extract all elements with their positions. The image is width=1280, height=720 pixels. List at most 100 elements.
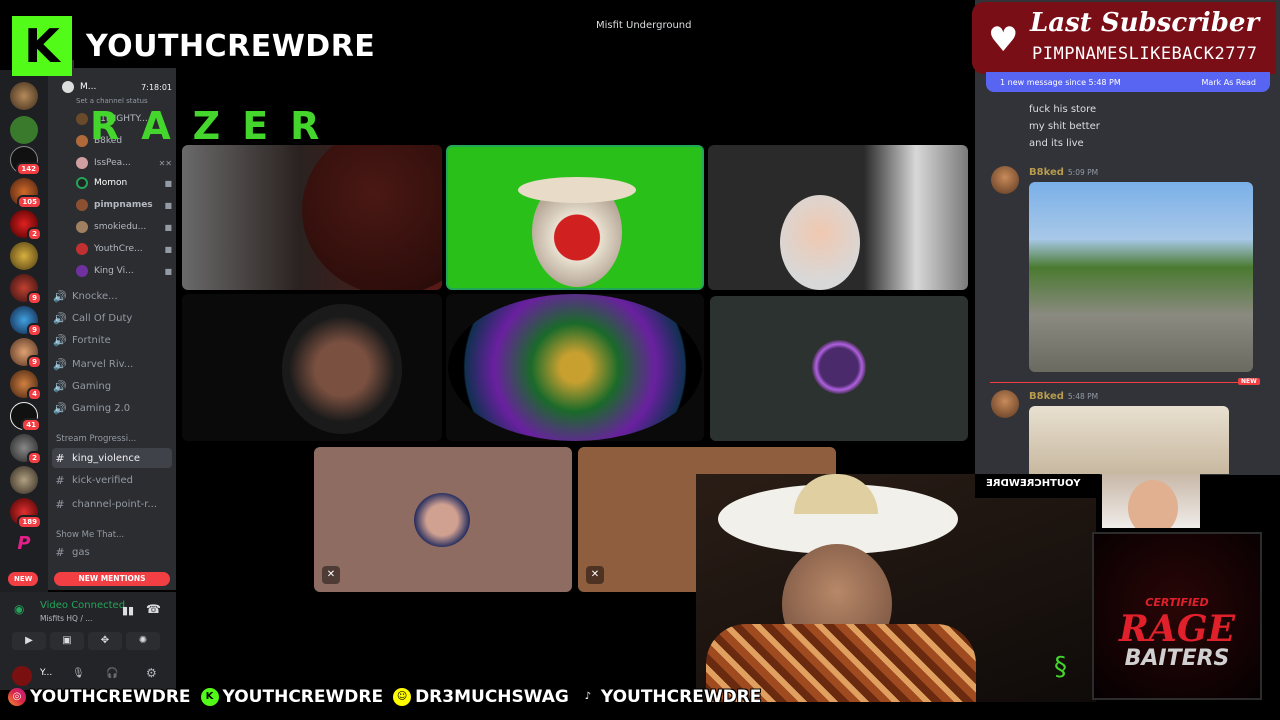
- voice-panel: ◉ Video Connected Misfits HQ / ... ▮▮ ☎ …: [0, 592, 176, 690]
- chat-image[interactable]: [1029, 182, 1253, 372]
- server-icon[interactable]: [10, 116, 38, 144]
- voice-user-name: King Vi...: [94, 266, 134, 276]
- new-message-bar[interactable]: 1 new message since 5:48 PM Mark As Read: [986, 72, 1270, 92]
- category-header[interactable]: Show Me That...: [56, 530, 124, 540]
- avatar: [76, 265, 88, 277]
- server-icon[interactable]: 9: [10, 306, 42, 337]
- heart-icon: ♥: [988, 20, 1019, 60]
- server-badge: 4: [27, 387, 42, 401]
- deafened-icon: ✕✕: [158, 158, 172, 168]
- overlay-image: [696, 474, 1096, 702]
- voice-channel[interactable]: 🔊 Gaming 2.0: [52, 398, 172, 418]
- message-author[interactable]: B8ked 5:09 PM: [1029, 167, 1098, 178]
- soundboard-button[interactable]: ✺: [126, 632, 160, 650]
- server-icon[interactable]: P: [10, 530, 38, 558]
- avatar[interactable]: [12, 666, 32, 686]
- disconnect-icon[interactable]: ☎: [146, 602, 161, 616]
- video-tile[interactable]: [182, 145, 442, 290]
- channel-name: Knocke...: [72, 290, 118, 302]
- text-channel[interactable]: # kick-verified: [52, 470, 172, 490]
- video-tile[interactable]: [446, 294, 704, 441]
- voice-channel[interactable]: 🔊 Gaming: [52, 376, 172, 396]
- noise-icon[interactable]: ▮▮: [122, 604, 134, 617]
- avatar: [76, 157, 88, 169]
- muted-icon: ✕: [586, 566, 604, 584]
- server-icon[interactable]: 2: [10, 210, 42, 241]
- voice-user[interactable]: King Vi... ■: [76, 262, 172, 280]
- video-tile[interactable]: [710, 296, 968, 441]
- server-icon[interactable]: 142: [10, 146, 41, 176]
- server-icon[interactable]: 189: [10, 498, 42, 529]
- voice-channel[interactable]: 🔊 Call Of Duty: [52, 308, 172, 328]
- server-badge: 2: [27, 227, 42, 241]
- avatar: [76, 177, 88, 189]
- text-channel[interactable]: # gas: [52, 542, 172, 562]
- voice-user[interactable]: YouthCre... ■: [76, 240, 172, 258]
- settings-icon[interactable]: ⚙: [146, 666, 157, 680]
- hash-icon: #: [55, 451, 65, 465]
- message-author[interactable]: B8ked 5:48 PM: [1029, 391, 1098, 402]
- camera-button[interactable]: ▶: [12, 632, 46, 650]
- rage-line-2: RAGE: [1118, 608, 1236, 650]
- channel-name: channel-point-r...: [72, 498, 158, 510]
- server-icon[interactable]: 2: [10, 434, 42, 465]
- voice-channel[interactable]: 🔊 Knocke...: [52, 286, 172, 306]
- voice-user-name: IssPea...: [94, 158, 131, 168]
- voice-channel-title: Misfit Underground: [596, 20, 692, 31]
- chat-message: and its live: [1029, 138, 1084, 149]
- social-handle: YOUTHCREWDRE: [30, 687, 191, 707]
- cowboy-hat: [518, 177, 636, 203]
- text-channel-active[interactable]: # king_violence: [52, 448, 172, 468]
- avatar: [76, 199, 88, 211]
- server-icon[interactable]: 9: [10, 274, 42, 305]
- author-name[interactable]: B8ked: [1029, 167, 1064, 178]
- server-icon[interactable]: 105: [10, 178, 42, 209]
- voice-status: Video Connected: [40, 600, 126, 611]
- video-tile-speaking[interactable]: [446, 145, 704, 290]
- server-badge: 2: [27, 451, 42, 465]
- voice-user[interactable]: pimpnames ■: [76, 196, 172, 214]
- chat-message: fuck his store: [1029, 104, 1097, 115]
- server-icon[interactable]: [10, 82, 38, 110]
- instagram-icon: ◎: [8, 688, 26, 706]
- voice-channel[interactable]: 🔊 Fortnite: [52, 330, 172, 350]
- mark-read-button[interactable]: Mark As Read: [1201, 78, 1256, 87]
- category-header[interactable]: Stream Progressi...: [56, 434, 136, 444]
- voice-location[interactable]: Misfits HQ / ...: [40, 614, 92, 623]
- voice-user[interactable]: Momon ■: [76, 174, 172, 192]
- voice-channel[interactable]: 🔊 Marvel Riv...: [52, 354, 172, 374]
- avatar[interactable]: [991, 166, 1019, 194]
- server-icon[interactable]: [10, 466, 38, 494]
- speaker-icon: 🔊: [53, 311, 67, 325]
- server-icon[interactable]: [10, 242, 38, 270]
- current-user[interactable]: Y...: [40, 668, 52, 678]
- channel-name: Fortnite: [72, 334, 111, 346]
- camera-icon: ■: [164, 178, 172, 188]
- video-tile[interactable]: [182, 294, 442, 441]
- server-badge: 142: [16, 162, 41, 176]
- tiktok-icon: ♪: [578, 688, 597, 706]
- headphones-icon[interactable]: 🎧: [106, 668, 118, 679]
- chat-image[interactable]: [1029, 406, 1229, 474]
- participant-avatar: [414, 493, 470, 547]
- new-mentions-button[interactable]: NEW MENTIONS: [54, 572, 170, 586]
- author-name[interactable]: B8ked: [1029, 391, 1064, 402]
- message-time: 5:09 PM: [1067, 168, 1099, 177]
- sombrero-crown: [794, 474, 878, 514]
- activities-button[interactable]: ✥: [88, 632, 122, 650]
- microphone-icon[interactable]: 🎙: [72, 668, 85, 679]
- voice-user[interactable]: smokiedu... ■: [76, 218, 172, 236]
- text-channel[interactable]: # channel-point-r...: [52, 494, 172, 514]
- video-tile[interactable]: [708, 145, 968, 290]
- video-tile[interactable]: ✕: [314, 447, 572, 592]
- kick-icon: K: [200, 688, 219, 706]
- server-icon[interactable]: 4: [10, 370, 42, 401]
- screenshare-button[interactable]: ▣: [50, 632, 84, 650]
- subscriber-name: PIMPNAMESLIKEBACK2777: [1032, 44, 1258, 64]
- voice-user[interactable]: IssPea... ✕✕: [76, 154, 172, 172]
- new-pill[interactable]: NEW: [8, 572, 39, 586]
- server-icon[interactable]: 41: [10, 402, 41, 432]
- avatar[interactable]: [991, 390, 1019, 418]
- server-icon[interactable]: 9: [10, 338, 42, 369]
- social-tiktok: ♪ YOUTHCREWDRE: [578, 687, 761, 707]
